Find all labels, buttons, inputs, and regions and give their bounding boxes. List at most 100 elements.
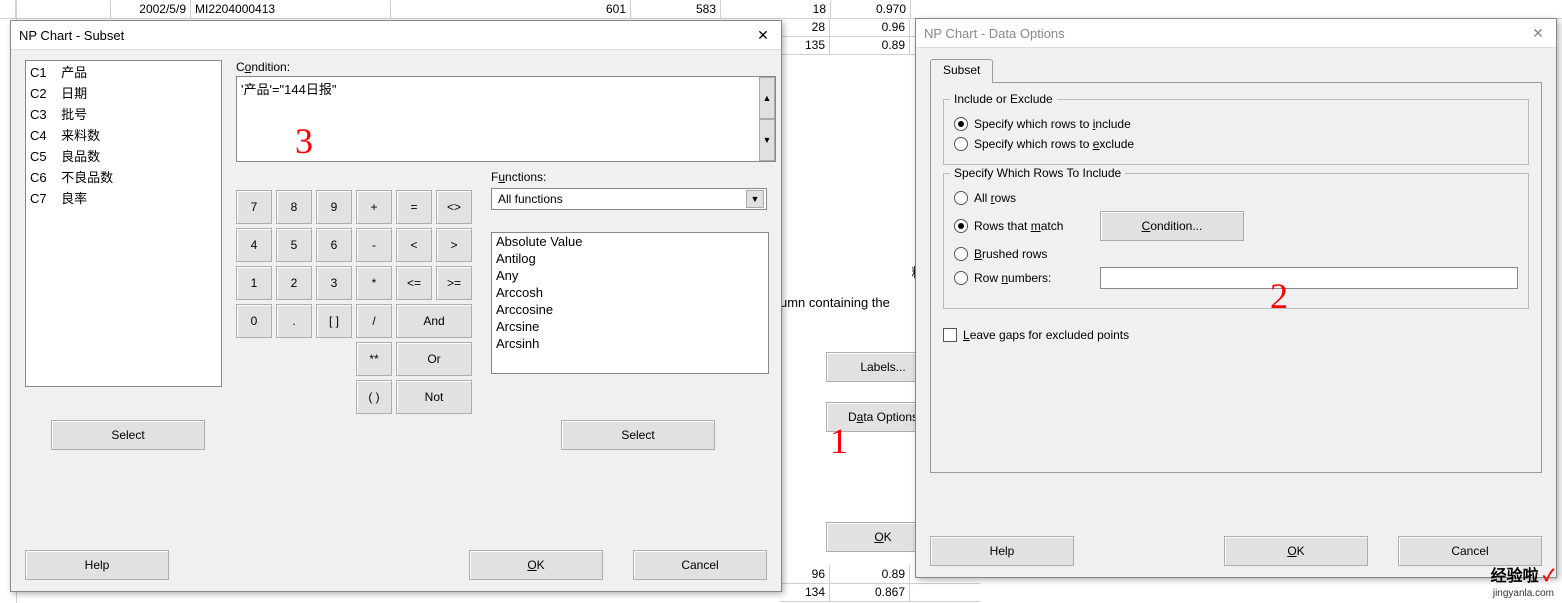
leave-gaps-checkbox[interactable]: [943, 328, 957, 342]
key-pow[interactable]: **: [356, 342, 392, 376]
list-item[interactable]: Arccosh: [492, 284, 768, 301]
key-0[interactable]: 0: [236, 304, 272, 338]
cancel-button[interactable]: Cancel: [633, 550, 767, 580]
select-function-button[interactable]: Select: [561, 420, 715, 450]
key-and[interactable]: And: [396, 304, 472, 338]
key-brackets[interactable]: [ ]: [316, 304, 352, 338]
list-item[interactable]: C4 来料数: [26, 124, 221, 145]
options-ok-button[interactable]: OK: [1224, 536, 1368, 566]
radio-allrows-label: All rows: [974, 191, 1016, 205]
key-5[interactable]: 5: [276, 228, 312, 262]
key-le[interactable]: <=: [396, 266, 432, 300]
leave-gaps-row[interactable]: Leave gaps for excluded points: [943, 325, 1529, 345]
condition-textarea[interactable]: '产品'="144日报" ▲ ▼: [236, 76, 776, 162]
condition-label: Condition:: [236, 60, 290, 74]
key-plus[interactable]: +: [356, 190, 392, 224]
key-7[interactable]: 7: [236, 190, 272, 224]
key-not[interactable]: Not: [396, 380, 472, 414]
radio-match-row[interactable]: Rows that match Condition...: [954, 208, 1518, 244]
key-paren[interactable]: ( ): [356, 380, 392, 414]
radio-allrows-row[interactable]: All rows: [954, 188, 1518, 208]
radio-brushed[interactable]: [954, 247, 968, 261]
condition-value: '产品'="144日报": [241, 82, 336, 97]
help-button[interactable]: Help: [25, 550, 169, 580]
list-item[interactable]: Absolute Value: [492, 233, 768, 250]
group2-title: Specify Which Rows To Include: [950, 166, 1125, 180]
list-item[interactable]: C6 不良品数: [26, 166, 221, 187]
bg-date: 2002/5/9: [111, 0, 191, 18]
list-item[interactable]: C1 产品: [26, 61, 221, 82]
data-options-dialog: NP Chart - Data Options ✕ Subset Include…: [915, 18, 1557, 578]
key-ge[interactable]: >=: [436, 266, 472, 300]
list-item[interactable]: C2 日期: [26, 82, 221, 103]
list-item[interactable]: C3 批号: [26, 103, 221, 124]
key-div[interactable]: /: [356, 304, 392, 338]
functions-label: Functions:: [491, 170, 546, 184]
ok-button[interactable]: OK: [469, 550, 603, 580]
leave-gaps-label: Leave gaps for excluded points: [963, 328, 1129, 342]
condition-spinner[interactable]: ▲ ▼: [759, 77, 775, 161]
key-or[interactable]: Or: [396, 342, 472, 376]
list-item[interactable]: C5 良品数: [26, 145, 221, 166]
group1-title: Include or Exclude: [950, 92, 1057, 106]
subset-titlebar[interactable]: NP Chart - Subset ✕: [11, 21, 781, 50]
columns-listbox[interactable]: C1 产品 C2 日期 C3 批号 C4 来料数 C5 良品数 C6 不良品数 …: [25, 60, 222, 387]
key-8[interactable]: 8: [276, 190, 312, 224]
radio-match[interactable]: [954, 219, 968, 233]
radio-brushed-label: Brushed rows: [974, 247, 1047, 261]
list-item[interactable]: Arcsine: [492, 318, 768, 335]
key-6[interactable]: 6: [316, 228, 352, 262]
rows-group: Specify Which Rows To Include All rows R…: [943, 173, 1529, 309]
list-item[interactable]: Arccosine: [492, 301, 768, 318]
options-title: NP Chart - Data Options: [924, 26, 1065, 41]
list-item[interactable]: Antilog: [492, 250, 768, 267]
close-icon[interactable]: ✕: [749, 24, 777, 46]
radio-exclude[interactable]: [954, 137, 968, 151]
key-4[interactable]: 4: [236, 228, 272, 262]
radio-numbers-label: Row numbers:: [974, 271, 1094, 285]
spin-up-icon[interactable]: ▲: [759, 77, 775, 119]
tab-strip: Subset: [930, 58, 1542, 83]
options-titlebar[interactable]: NP Chart - Data Options ✕: [916, 19, 1556, 48]
key-ne[interactable]: <>: [436, 190, 472, 224]
close-icon[interactable]: ✕: [1524, 22, 1552, 44]
radio-match-label: Rows that match: [974, 219, 1094, 233]
radio-include[interactable]: [954, 117, 968, 131]
key-lt[interactable]: <: [396, 228, 432, 262]
functions-combo-value: All functions: [498, 192, 563, 206]
subset-title: NP Chart - Subset: [19, 28, 124, 43]
radio-numbers[interactable]: [954, 271, 968, 285]
radio-include-label: Specify which rows to include: [974, 117, 1131, 131]
radio-brushed-row[interactable]: Brushed rows: [954, 244, 1518, 264]
radio-exclude-label: Specify which rows to exclude: [974, 137, 1134, 151]
select-column-button[interactable]: Select: [51, 420, 205, 450]
key-dot[interactable]: .: [276, 304, 312, 338]
key-1[interactable]: 1: [236, 266, 272, 300]
key-2[interactable]: 2: [276, 266, 312, 300]
radio-include-row[interactable]: Specify which rows to include: [954, 114, 1518, 134]
radio-allrows[interactable]: [954, 191, 968, 205]
radio-exclude-row[interactable]: Specify which rows to exclude: [954, 134, 1518, 154]
list-item[interactable]: C7 良率: [26, 187, 221, 208]
tab-subset[interactable]: Subset: [930, 59, 993, 83]
functions-listbox[interactable]: Absolute Value Antilog Any Arccosh Arcco…: [491, 232, 769, 374]
watermark: 经验啦 ✓ jingyanla.com: [1491, 568, 1554, 599]
key-minus[interactable]: -: [356, 228, 392, 262]
key-3[interactable]: 3: [316, 266, 352, 300]
include-exclude-group: Include or Exclude Specify which rows to…: [943, 99, 1529, 165]
options-help-button[interactable]: Help: [930, 536, 1074, 566]
spin-down-icon[interactable]: ▼: [759, 119, 775, 161]
key-eq[interactable]: =: [396, 190, 432, 224]
functions-combo[interactable]: All functions ▼: [491, 188, 767, 210]
list-item[interactable]: Any: [492, 267, 768, 284]
condition-button[interactable]: Condition...: [1100, 211, 1244, 241]
key-mult[interactable]: *: [356, 266, 392, 300]
row-numbers-input[interactable]: [1100, 267, 1518, 289]
options-cancel-button[interactable]: Cancel: [1398, 536, 1542, 566]
key-gt[interactable]: >: [436, 228, 472, 262]
radio-numbers-row[interactable]: Row numbers:: [954, 264, 1518, 292]
list-item[interactable]: Arcsinh: [492, 335, 768, 352]
bg-batch: MI2204000413: [191, 0, 391, 18]
key-9[interactable]: 9: [316, 190, 352, 224]
chevron-down-icon[interactable]: ▼: [746, 190, 764, 208]
